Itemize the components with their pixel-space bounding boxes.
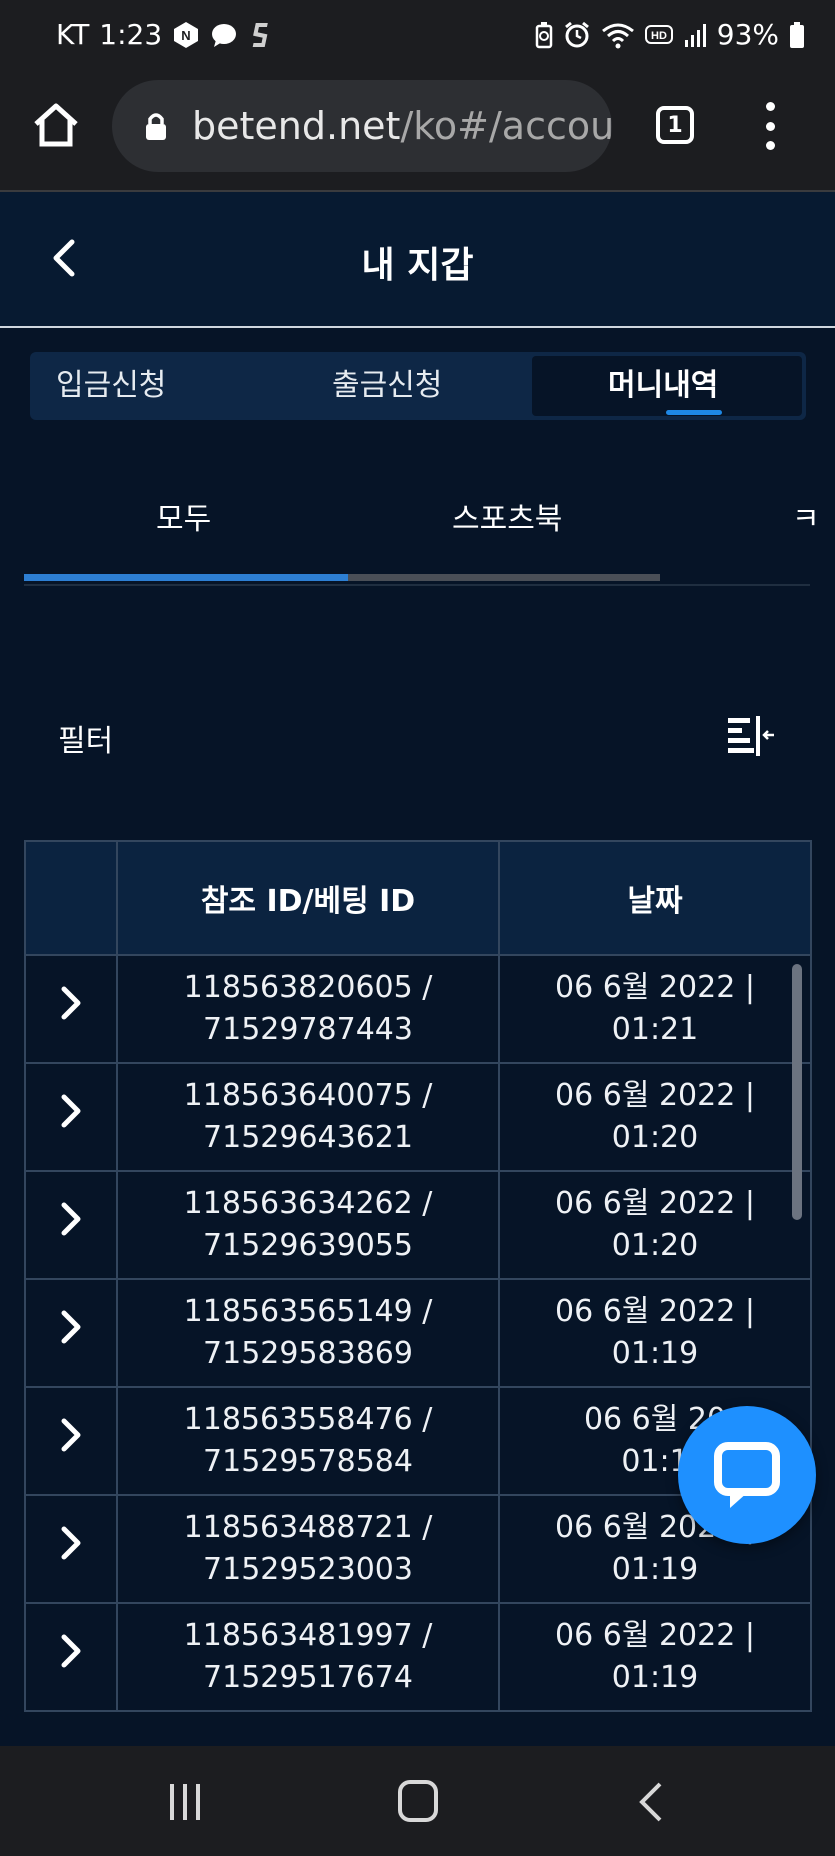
date-cell: 06 6월 2022 | 01:19 [498, 1278, 812, 1388]
bet-id: 71529787443 [203, 1012, 413, 1047]
reference-id: 118563488721 / [183, 1510, 433, 1545]
reference-id-cell: 118563820605 / 71529787443 [116, 954, 500, 1064]
table-row[interactable]: 118563820605 / 71529787443 06 6월 2022 | 01:… [24, 954, 812, 1064]
time-value: 01:21 [611, 1012, 699, 1047]
home-button-icon[interactable] [398, 1780, 438, 1822]
money-history-table: 참조 ID/베팅 ID 날짜 118563820605 / 71529787443… [24, 840, 812, 1712]
reference-id-cell: 118563565149 / 71529583869 [116, 1278, 500, 1388]
reference-id-cell: 118563488721 / 71529523003 [116, 1494, 500, 1604]
system-nav-bar [0, 1746, 835, 1856]
bet-id: 71529517674 [203, 1660, 413, 1695]
bet-id: 71529639055 [203, 1228, 413, 1263]
table-row[interactable]: 118563640075 / 71529643621 06 6월 2022 | 01:… [24, 1062, 812, 1172]
table-row[interactable]: 118563634262 / 71529639055 06 6월 2022 | 01:… [24, 1170, 812, 1280]
date-value: 06 6월 2022 | [555, 1078, 755, 1113]
table-row[interactable]: 118563481997 / 71529517674 06 6월 2022 | 01:… [24, 1602, 812, 1712]
bet-id: 71529643621 [203, 1120, 413, 1155]
date-value: 06 6월 2022 | [555, 1618, 755, 1653]
time-value: 01:20 [611, 1120, 699, 1155]
row-expand-cell[interactable] [24, 1278, 118, 1388]
reference-id: 118563565149 / [183, 1294, 433, 1329]
reference-id: 118563820605 / [183, 970, 433, 1005]
chevron-right-icon[interactable] [56, 983, 86, 1023]
time-value: 01:19 [611, 1336, 699, 1371]
reference-id-cell: 118563481997 / 71529517674 [116, 1602, 500, 1712]
table-header-row: 참조 ID/베팅 ID 날짜 [24, 840, 812, 956]
live-chat-button[interactable] [678, 1406, 816, 1544]
reference-id-cell: 118563634262 / 71529639055 [116, 1170, 500, 1280]
bet-id: 71529583869 [203, 1336, 413, 1371]
recent-apps-icon[interactable] [166, 1782, 206, 1822]
system-back-icon[interactable] [636, 1780, 666, 1824]
table-scrollbar[interactable] [792, 964, 802, 1220]
chevron-right-icon[interactable] [56, 1307, 86, 1347]
time-value: 01:20 [611, 1228, 699, 1263]
bet-id: 71529578584 [203, 1444, 413, 1479]
header-expand-column [24, 840, 118, 956]
header-reference-id: 참조 ID/베팅 ID [116, 840, 500, 956]
reference-id: 118563634262 / [183, 1186, 433, 1221]
reference-id-cell: 118563640075 / 71529643621 [116, 1062, 500, 1172]
date-cell: 06 6월 2022 | 01:20 [498, 1062, 812, 1172]
row-expand-cell[interactable] [24, 1602, 118, 1712]
time-value: 01:19 [611, 1660, 699, 1695]
row-expand-cell[interactable] [24, 1170, 118, 1280]
date-value: 06 6월 2022 | [555, 970, 755, 1005]
date-value: 06 6월 2022 | [555, 1294, 755, 1329]
row-expand-cell[interactable] [24, 1062, 118, 1172]
chat-icon [714, 1442, 780, 1508]
row-expand-cell[interactable] [24, 1494, 118, 1604]
table-row[interactable]: 118563565149 / 71529583869 06 6월 2022 | 01:… [24, 1278, 812, 1388]
date-cell: 06 6월 2022 | 01:21 [498, 954, 812, 1064]
chevron-right-icon[interactable] [56, 1523, 86, 1563]
chevron-right-icon[interactable] [56, 1415, 86, 1455]
date-value: 06 6월 2022 | [555, 1186, 755, 1221]
time-value: 01:19 [611, 1552, 699, 1587]
header-date: 날짜 [498, 840, 812, 956]
reference-id: 118563558476 / [183, 1402, 433, 1437]
chevron-right-icon[interactable] [56, 1631, 86, 1671]
reference-id: 118563481997 / [183, 1618, 433, 1653]
reference-id-cell: 118563558476 / 71529578584 [116, 1386, 500, 1496]
date-cell: 06 6월 2022 | 01:20 [498, 1170, 812, 1280]
row-expand-cell[interactable] [24, 954, 118, 1064]
chevron-right-icon[interactable] [56, 1199, 86, 1239]
date-cell: 06 6월 2022 | 01:19 [498, 1602, 812, 1712]
bet-id: 71529523003 [203, 1552, 413, 1587]
row-expand-cell[interactable] [24, 1386, 118, 1496]
reference-id: 118563640075 / [183, 1078, 433, 1113]
chevron-right-icon[interactable] [56, 1091, 86, 1131]
